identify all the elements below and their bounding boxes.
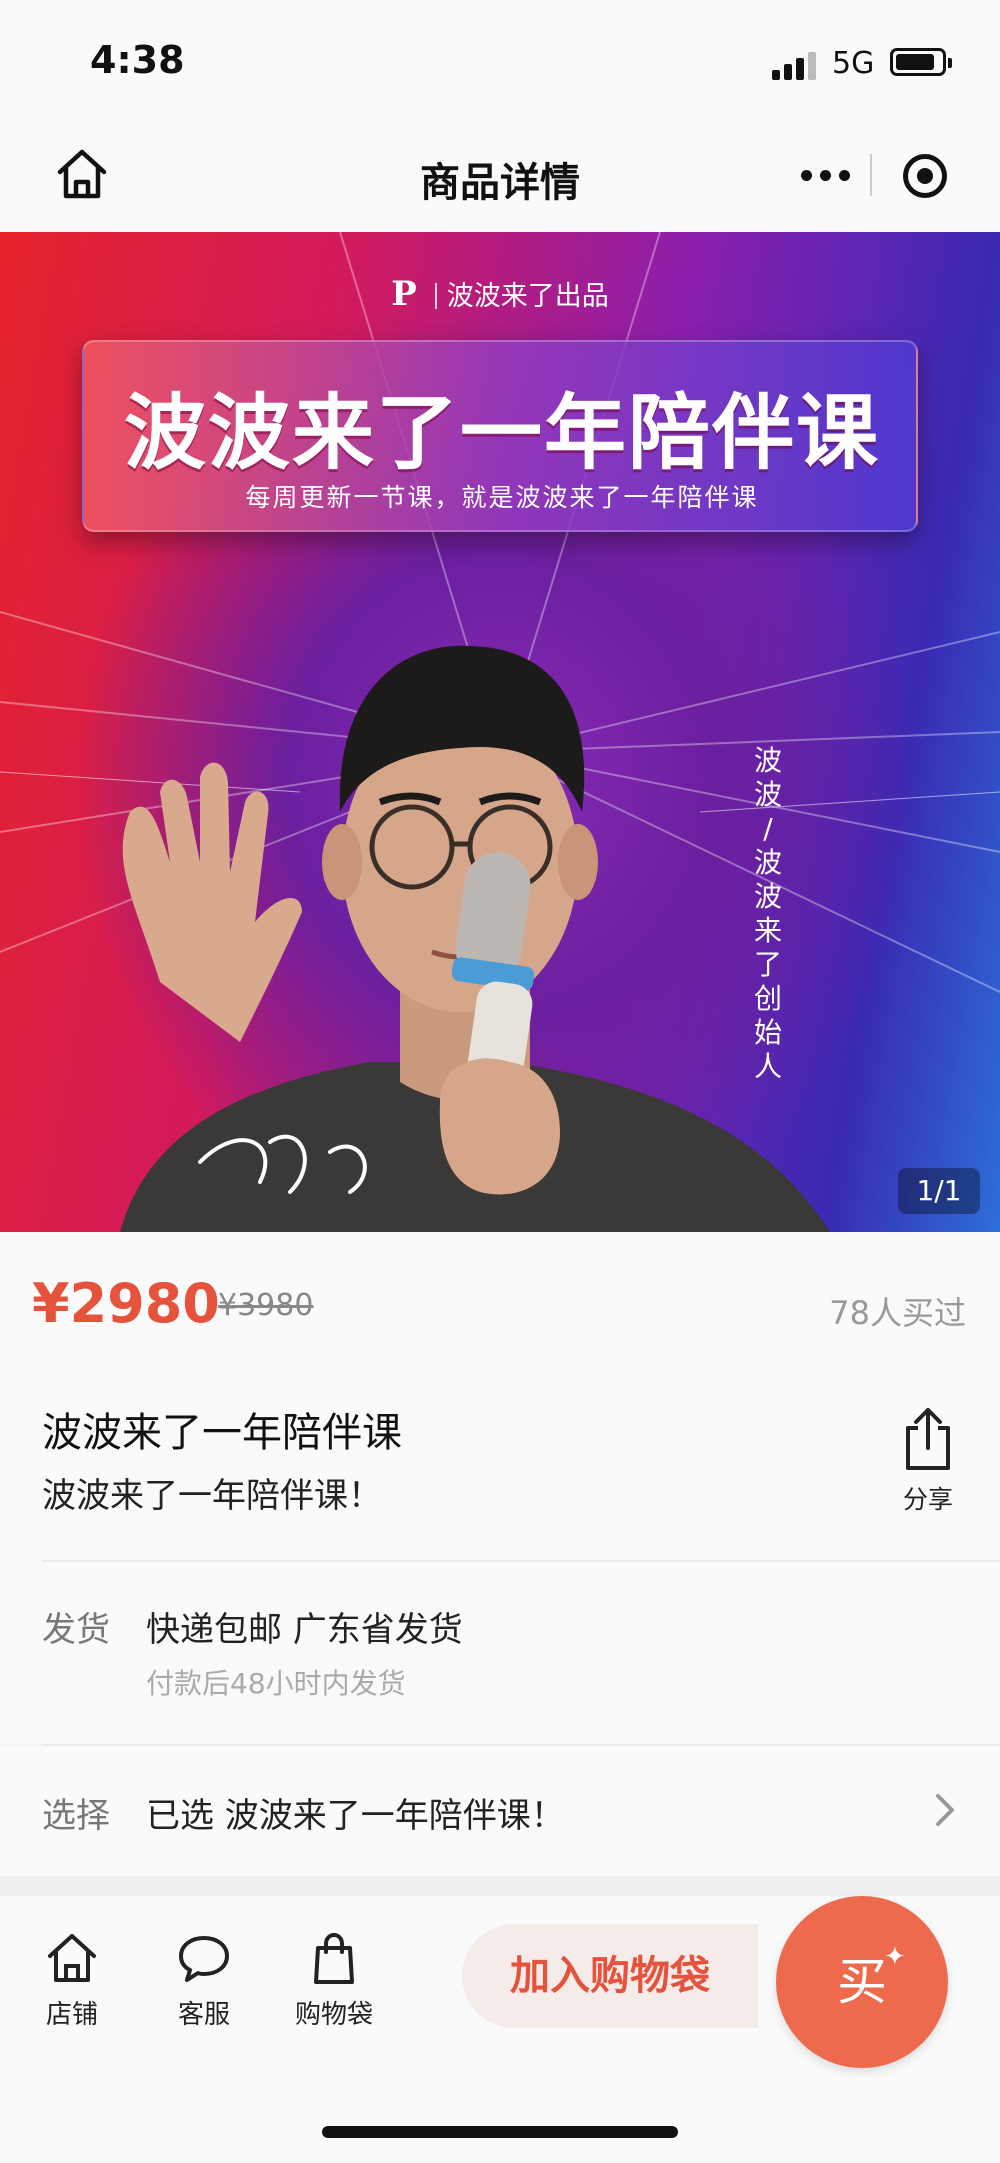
product-title-card: 波波来了一年陪伴课 波波来了一年陪伴课！ 分享 [0,1372,1000,1562]
caption-char: 了 [753,948,782,981]
share-button[interactable]: 分享 [896,1404,960,1514]
caption-char: 波 [753,846,782,879]
brand-text: 波波来了出品 [446,281,609,312]
caption-char: 人 [753,1050,782,1083]
caption-char: / [763,812,773,845]
caption-char: 始 [753,1016,782,1049]
tab-label: 购物袋 [294,2000,373,2030]
tab-shopping-bag[interactable]: 购物袋 [284,1930,384,2040]
share-label: 分享 [902,1485,953,1514]
sold-count: 78人买过 [829,1294,966,1332]
caption-char: 波 [753,880,782,913]
capsule-divider [870,154,872,196]
sparkle-icon: ✦ [884,1942,906,1972]
more-dots-icon[interactable] [790,158,860,192]
shipping-row: 发货 快递包邮 广东省发货 付款后48小时内发货 [0,1562,1000,1744]
current-price: ¥2980 [32,1272,220,1335]
add-to-cart-button[interactable]: 加入购物袋 [462,1924,758,2028]
target-icon[interactable] [903,154,947,198]
product-banner[interactable]: P 波波来了出品 波波来了一年陪伴课 每周更新一节课，就是波波来了一年陪伴课 波… [0,232,1000,1232]
chevron-right-icon [936,1794,954,1826]
chat-icon [179,1936,229,1982]
signal-icon [772,52,816,80]
brand-line: P 波波来了出品 [0,274,1000,314]
caption-char: 波 [753,778,782,811]
brand-logo: P [391,274,417,314]
section-gap [0,1876,1000,1896]
tab-label: 店铺 [45,2000,98,2030]
shipping-key: 发货 [42,1610,110,1650]
banner-title-box: 波波来了一年陪伴课 每周更新一节课，就是波波来了一年陪伴课 [82,340,918,532]
buy-label: 买 [837,1953,887,2011]
caption-char: 创 [753,982,782,1015]
mini-program-capsule [770,142,970,208]
buy-button[interactable]: 买 ✦ [776,1896,948,2068]
banner-title: 波波来了一年陪伴课 [123,386,880,481]
shipping-note: 付款后48小时内发货 [146,1667,406,1700]
shipping-value: 快递包邮 广东省发货 [146,1610,463,1650]
caption-char: 来 [753,914,782,947]
product-name: 波波来了一年陪伴课 [42,1410,402,1456]
tab-customer-service[interactable]: 客服 [154,1930,254,2040]
share-icon [906,1408,950,1470]
option-key: 选择 [42,1796,110,1836]
tab-store[interactable]: 店铺 [22,1930,122,2040]
bottom-action-bar: 店铺 客服 购物袋 加入购物袋 买 ✦ [0,1896,1000,2163]
battery-icon [890,48,952,76]
bag-icon [314,1932,354,1984]
caption-char: 波 [753,744,782,777]
tab-label: 客服 [177,2000,230,2030]
option-value: 已选 波波来了一年陪伴课！ [146,1796,565,1836]
status-bar: 4:38 5G [0,0,1000,120]
network-label: 5G [832,46,875,81]
banner-subtitle: 每周更新一节课，就是波波来了一年陪伴课 [245,483,759,512]
original-price: ¥3980 [218,1288,314,1323]
nav-bar: 商品详情 [0,120,1000,232]
home-indicator[interactable] [322,2126,678,2138]
store-icon [48,1934,96,1982]
product-description: 波波来了一年陪伴课！ [42,1476,382,1516]
image-page-indicator: 1/1 [898,1168,980,1214]
speaker-caption: 波 波 / 波 波 来 了 创 始 人 [748,744,788,1084]
price-row: ¥2980 ¥3980 78人买过 [0,1232,1000,1372]
option-selector[interactable]: 选择 已选 波波来了一年陪伴课！ [0,1746,1000,1876]
status-time: 4:38 [90,38,185,82]
